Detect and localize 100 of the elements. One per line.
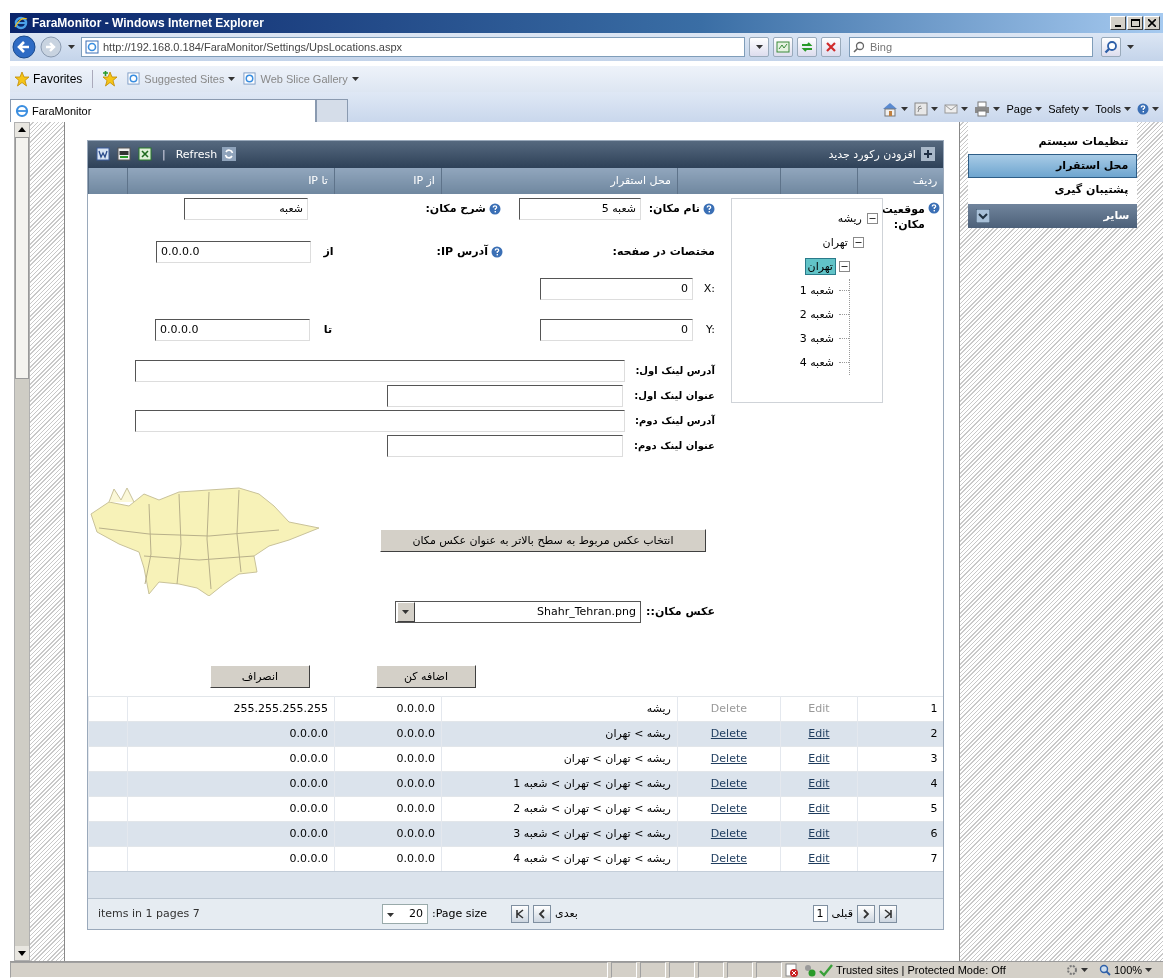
delete-link[interactable]: Delete <box>710 852 747 866</box>
toolbar-menu[interactable]: Safety <box>1048 102 1090 115</box>
home-button[interactable] <box>882 100 909 117</box>
search-button[interactable] <box>1101 36 1121 57</box>
table-cell: ریشه > تهران > تهران <box>563 752 671 766</box>
input-field[interactable] <box>134 359 625 382</box>
minimize-button[interactable] <box>1110 16 1126 30</box>
close-button[interactable] <box>1144 16 1160 30</box>
previous-label[interactable]: قبلی <box>831 907 853 921</box>
tree-item[interactable]: شعبه 2 <box>797 307 836 323</box>
collapse-icon[interactable] <box>866 213 878 225</box>
form-button[interactable]: اضافه کن <box>375 665 476 689</box>
stop-button[interactable] <box>821 36 841 57</box>
back-button[interactable] <box>12 34 36 59</box>
row-number: 3 <box>930 752 938 766</box>
chevron-down-icon[interactable] <box>976 208 991 223</box>
export-excel-icon[interactable] <box>137 147 152 162</box>
edit-link[interactable]: Edit <box>808 777 830 791</box>
caret-icon <box>1145 968 1153 972</box>
browser-tab[interactable]: FaraMonitor <box>10 98 316 122</box>
field-label: از <box>323 245 334 259</box>
tree-item[interactable]: شعبه 3 <box>797 331 836 347</box>
page-number[interactable]: 1 <box>812 905 828 923</box>
input-field[interactable]: 0.0.0.0 <box>155 240 311 263</box>
last-page-button[interactable] <box>511 904 530 923</box>
edit-link[interactable]: Edit <box>808 827 830 841</box>
address-field[interactable]: http://192.168.0.184/FaraMonitor/Settings/UpsLocations.aspx <box>81 36 745 57</box>
delete-link[interactable]: Delete <box>710 752 747 766</box>
delete-link[interactable]: Delete <box>710 777 747 791</box>
chevron-right-icon <box>860 908 871 919</box>
caret-icon <box>1081 968 1088 972</box>
plus-icon <box>920 147 935 162</box>
security-zone-status[interactable]: Trusted sites | Protected Mode: Off <box>819 963 1059 977</box>
favorites-button[interactable]: Favorites <box>12 70 85 87</box>
help-button[interactable] <box>1137 102 1159 115</box>
export-word-icon[interactable] <box>95 147 110 162</box>
tree-item[interactable]: شعبه 1 <box>797 283 836 299</box>
form-button[interactable]: انصراف <box>209 665 310 689</box>
scroll-thumb[interactable] <box>15 136 29 379</box>
feed-icon <box>914 101 929 116</box>
first-page-button[interactable] <box>878 904 897 923</box>
edit-link[interactable]: Edit <box>808 852 830 866</box>
delete-link[interactable]: Delete <box>710 727 747 741</box>
tree-item[interactable]: تهران <box>804 258 836 276</box>
add-record-button[interactable]: افزودن رکورد جدید <box>828 147 935 162</box>
menu-group-header[interactable]: سایر <box>968 203 1138 228</box>
toolbar-menu[interactable]: Page <box>1006 102 1043 115</box>
previous-page-button[interactable] <box>856 904 875 923</box>
caret-icon <box>901 106 909 111</box>
table-cell: 0.0.0.0 <box>396 727 435 741</box>
gear-icon <box>1066 964 1078 976</box>
row-number: 2 <box>930 727 938 741</box>
tree-item[interactable]: ریشه <box>835 211 864 227</box>
page-size-dropdown[interactable]: 20 <box>381 903 428 924</box>
input-field[interactable]: 0 <box>539 318 693 341</box>
caret-icon <box>68 44 75 49</box>
add-star-icon[interactable] <box>101 70 120 87</box>
input-field[interactable] <box>134 409 625 432</box>
choose-image-button[interactable]: انتخاب عکس مربوط به سطح بالاتر به عنوان عکس مکان <box>379 528 706 552</box>
maximize-button[interactable] <box>1127 16 1143 30</box>
mail-button[interactable] <box>944 102 969 115</box>
caret-icon <box>993 106 1001 111</box>
table-cell: 0.0.0.0 <box>396 827 435 841</box>
input-field[interactable] <box>386 434 623 457</box>
field-label: مختصات در صفحه: <box>612 245 715 259</box>
row-number: 5 <box>930 802 938 816</box>
image-dropdown[interactable]: Shahr_Tehran.png <box>394 600 641 623</box>
input-field[interactable]: 0.0.0.0 <box>154 318 310 341</box>
input-field[interactable]: شعبه 5 <box>518 197 641 220</box>
input-field[interactable]: شعبه <box>183 197 308 220</box>
scrollbar[interactable] <box>14 121 30 961</box>
feeds-button[interactable] <box>914 101 939 116</box>
edit-link[interactable]: Edit <box>808 802 830 816</box>
zoom-control[interactable]: 100% <box>1095 964 1163 976</box>
star-icon <box>14 70 30 87</box>
collapse-icon[interactable] <box>838 261 850 273</box>
table-cell: 0.0.0.0 <box>289 852 328 866</box>
export-csv-icon[interactable] <box>116 147 131 162</box>
input-field[interactable] <box>386 384 623 407</box>
refresh-button[interactable] <box>797 36 817 57</box>
tree-item[interactable]: شعبه 4 <box>797 355 836 371</box>
table-cell: ریشه > تهران > تهران > شعبه 4 <box>513 852 671 866</box>
menu-item[interactable]: محل استقرار <box>968 153 1138 178</box>
next-page-button[interactable] <box>533 904 552 923</box>
edit-link[interactable]: Edit <box>808 752 830 766</box>
tree-item[interactable]: تهران <box>820 235 850 251</box>
toolbar-menu[interactable]: Tools <box>1095 102 1131 115</box>
print-button[interactable] <box>974 100 1001 117</box>
address-dropdown-button[interactable] <box>749 36 769 57</box>
collapse-icon[interactable] <box>852 237 864 249</box>
printer-icon <box>974 100 991 117</box>
edit-link[interactable]: Edit <box>808 727 830 741</box>
table-cell: 0.0.0.0 <box>289 802 328 816</box>
delete-link[interactable]: Delete <box>710 827 747 841</box>
search-field[interactable]: Bing <box>849 36 1093 57</box>
refresh-button[interactable]: Refresh <box>175 147 237 162</box>
input-field[interactable]: 0 <box>539 277 693 300</box>
delete-link[interactable]: Delete <box>710 802 747 816</box>
field-label: آدرس IP: <box>436 245 488 259</box>
next-label[interactable]: بعدی <box>555 907 578 921</box>
